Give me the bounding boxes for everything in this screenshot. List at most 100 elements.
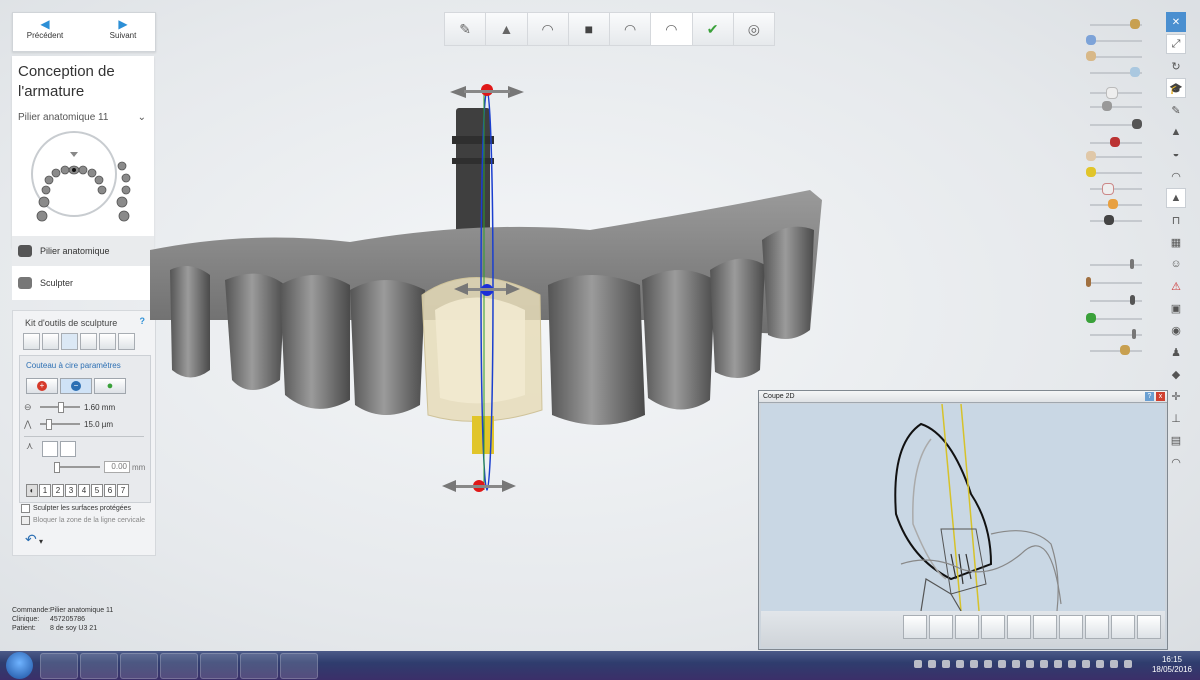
save-icon[interactable]: ▣ <box>1166 298 1186 318</box>
app2-taskbar-icon[interactable] <box>200 653 238 679</box>
slider-row[interactable] <box>1082 182 1148 195</box>
tooth-view-icon[interactable]: ◠ <box>1166 452 1186 472</box>
tray-icon[interactable] <box>1012 660 1020 668</box>
camera-icon[interactable]: ◉ <box>1166 320 1186 340</box>
sculpt-tool-icon[interactable]: ✎ <box>1166 100 1186 120</box>
slider-row[interactable] <box>1082 198 1148 210</box>
close-icon[interactable]: ✕ <box>1166 12 1186 32</box>
section-tool-7-icon[interactable] <box>1059 615 1083 639</box>
clock[interactable]: 16:15 18/05/2016 <box>1152 655 1192 675</box>
slider-row[interactable] <box>1082 150 1148 162</box>
tray-icon[interactable] <box>914 660 922 668</box>
abutment-step-icon[interactable]: ■ <box>567 12 610 46</box>
app3-taskbar-icon[interactable] <box>240 653 278 679</box>
tray-icon[interactable] <box>998 660 1006 668</box>
slider-row[interactable] <box>1082 214 1148 226</box>
section-tool-icon[interactable]: ⊓ <box>1166 210 1186 230</box>
crown-tool-icon[interactable]: ◒ <box>1166 144 1186 164</box>
tooth-step-icon[interactable]: ◠ <box>609 12 652 46</box>
slider-row[interactable] <box>1082 50 1148 62</box>
flag-icon[interactable] <box>1110 660 1118 668</box>
zoom-icon[interactable] <box>1111 615 1135 639</box>
slider-row[interactable] <box>1082 294 1148 306</box>
face-icon[interactable]: ☺ <box>1166 254 1186 274</box>
rotate-view-icon[interactable]: ↻ <box>1166 56 1186 76</box>
margin-tool-icon[interactable]: ▲ <box>1166 188 1186 208</box>
tray-icon[interactable] <box>1096 660 1104 668</box>
warning-icon[interactable]: ⚠ <box>1166 276 1186 296</box>
offset-input[interactable]: 0.00 <box>104 461 130 473</box>
preset-6-button[interactable]: 6 <box>104 484 116 497</box>
preset-3-button[interactable]: 3 <box>65 484 77 497</box>
add-material-button[interactable]: + <box>26 378 58 394</box>
section-tool-1-icon[interactable] <box>903 615 927 639</box>
lock-cervical-checkbox[interactable]: Bloquer la zone de la ligne cervicale <box>21 516 145 525</box>
wax-tool-icon[interactable]: ▲ <box>1166 122 1186 142</box>
tray-icon[interactable] <box>928 660 936 668</box>
tray-icon[interactable] <box>1026 660 1034 668</box>
axis-icon[interactable]: ✛ <box>1166 386 1186 406</box>
print-icon[interactable]: ▤ <box>1166 430 1186 450</box>
section-tool-2-icon[interactable] <box>929 615 953 639</box>
remove-material-button[interactable]: − <box>60 378 92 394</box>
slider-row[interactable] <box>1082 166 1148 178</box>
tray-icon[interactable] <box>970 660 978 668</box>
shade-icon[interactable]: ◆ <box>1166 364 1186 384</box>
slider-row[interactable] <box>1082 136 1148 148</box>
help-icon[interactable]: ? <box>1145 392 1154 401</box>
tray-icon[interactable] <box>1082 660 1090 668</box>
preset-icon[interactable]: ◐ <box>26 484 38 497</box>
crown-step-icon[interactable]: ◠ <box>526 12 569 46</box>
slider-row[interactable] <box>1082 344 1148 356</box>
tool-knife-icon[interactable] <box>42 333 59 350</box>
occlusion-icon[interactable]: ♟ <box>1166 342 1186 362</box>
slider-row[interactable] <box>1082 258 1148 270</box>
slider-row[interactable] <box>1082 18 1148 30</box>
help-icon[interactable]: ? <box>140 316 146 326</box>
app-taskbar-icon[interactable] <box>160 653 198 679</box>
tool-waxknife-icon[interactable] <box>61 333 78 350</box>
slider-row[interactable] <box>1082 86 1148 99</box>
fullscreen-icon[interactable]: ⤢ <box>1166 34 1186 54</box>
start-button-icon[interactable] <box>6 652 33 679</box>
section-tool-5-icon[interactable] <box>1007 615 1031 639</box>
close-icon[interactable]: x <box>1156 392 1165 401</box>
console-taskbar-icon[interactable] <box>120 653 158 679</box>
smooth-button[interactable]: ● <box>94 378 126 394</box>
check-step-icon[interactable]: ✔ <box>691 12 734 46</box>
tool-add-icon[interactable] <box>23 333 40 350</box>
tray-icon[interactable] <box>956 660 964 668</box>
chrome-taskbar-icon[interactable] <box>80 653 118 679</box>
preset-5-button[interactable]: 5 <box>91 484 103 497</box>
tray-icon[interactable] <box>984 660 992 668</box>
preset-1-button[interactable]: 1 <box>39 484 51 497</box>
tooth-tool-icon[interactable]: ◠ <box>1166 166 1186 186</box>
abutment-dropdown[interactable]: Pilier anatomique 11 ⌄ <box>18 112 146 123</box>
prev-button[interactable]: ◀ Précédent <box>15 17 75 49</box>
preset-2-button[interactable]: 2 <box>52 484 64 497</box>
slider-row[interactable] <box>1082 66 1148 78</box>
grid-icon[interactable] <box>1137 615 1161 639</box>
app4-taskbar-icon[interactable] <box>280 653 318 679</box>
framework-step-icon[interactable]: ◠ <box>650 12 693 46</box>
export-step-icon[interactable]: ◎ <box>732 12 775 46</box>
measure-icon[interactable]: ⊥ <box>1166 408 1186 428</box>
tool-morph-icon[interactable] <box>99 333 116 350</box>
explorer-taskbar-icon[interactable] <box>40 653 78 679</box>
tool-deform-icon[interactable] <box>118 333 135 350</box>
undo-icon[interactable]: ↶ ▾ <box>25 531 43 548</box>
sculpt-protected-checkbox[interactable]: Sculpter les surfaces protégées <box>21 504 131 513</box>
3d-viewport[interactable] <box>150 80 830 510</box>
preset-4-button[interactable]: 4 <box>78 484 90 497</box>
slider-row[interactable] <box>1082 328 1148 340</box>
preset-7-button[interactable]: 7 <box>117 484 129 497</box>
tray-icon[interactable] <box>1054 660 1062 668</box>
slider-row[interactable] <box>1082 100 1148 112</box>
slider-row[interactable] <box>1082 276 1148 288</box>
section-tool-3-icon[interactable] <box>955 615 979 639</box>
margin-step-icon[interactable]: ▲ <box>485 12 528 46</box>
thickness-slider[interactable] <box>40 419 80 430</box>
slider-row[interactable] <box>1082 312 1148 324</box>
cross-section-view[interactable] <box>761 403 1165 612</box>
tray-icon[interactable] <box>942 660 950 668</box>
